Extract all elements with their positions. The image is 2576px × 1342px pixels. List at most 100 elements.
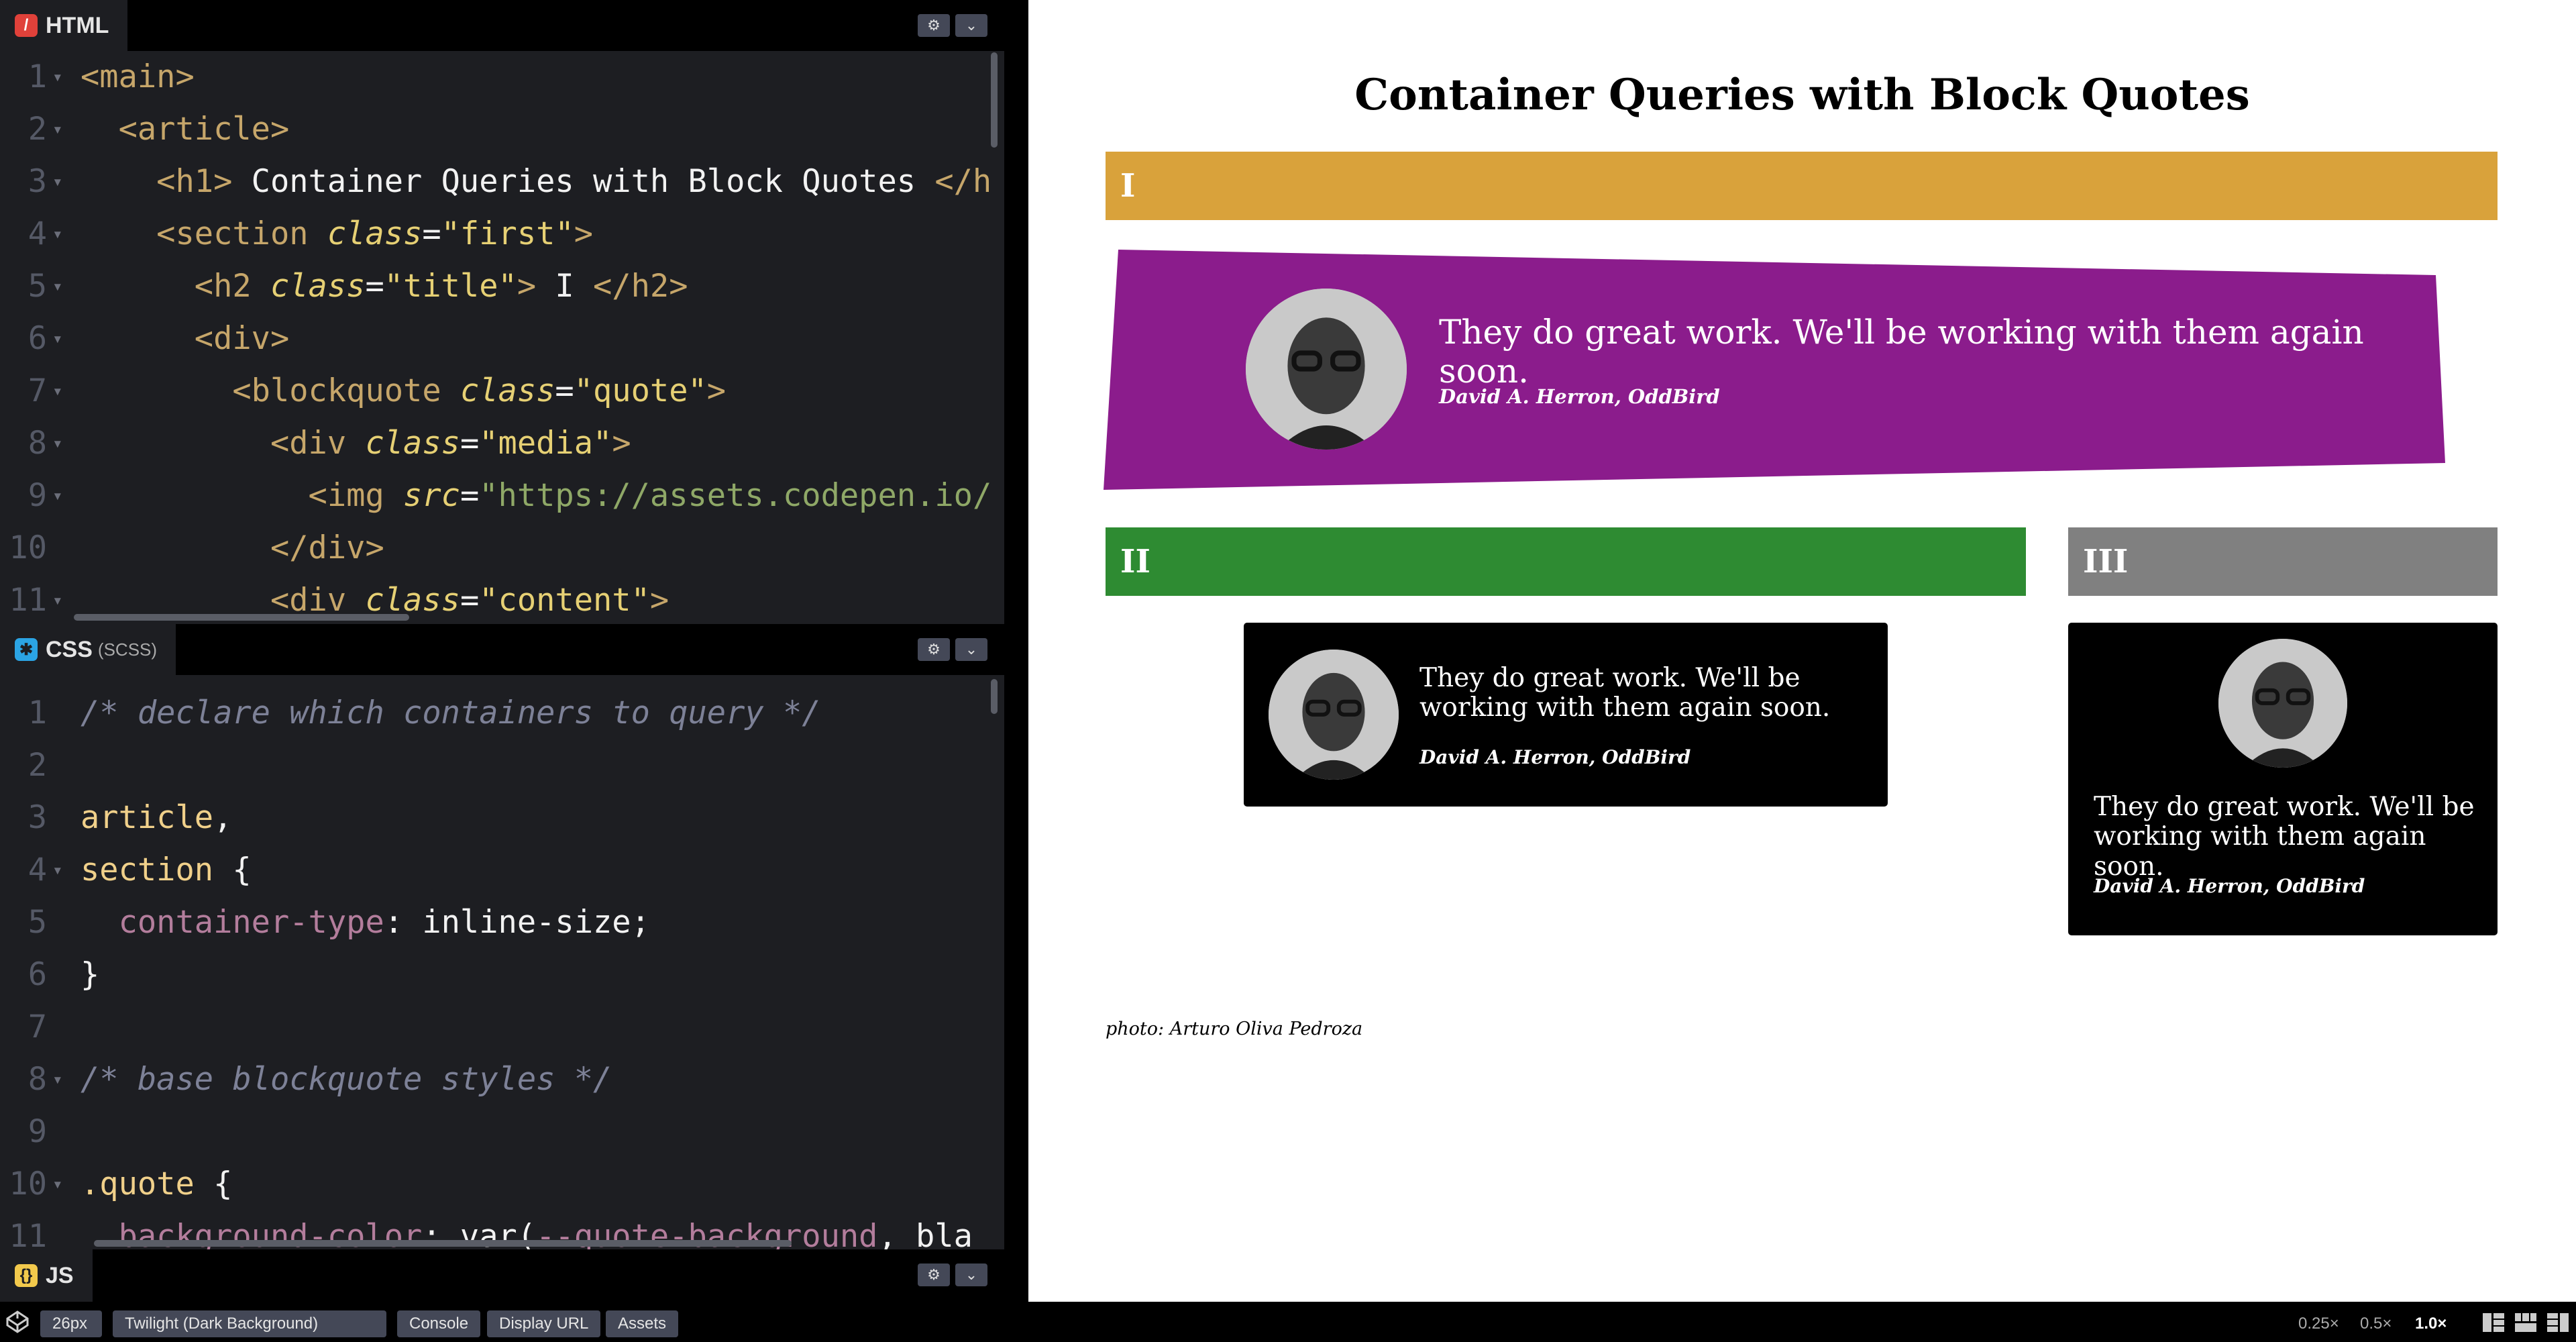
code-token: , [213, 799, 233, 836]
code-token: "title" [384, 268, 517, 305]
fold-arrow-icon[interactable]: ▾ [52, 51, 70, 103]
assets-button[interactable]: Assets [606, 1310, 679, 1337]
code-line[interactable]: 3 <h1> Container Queries with Block Quot… [0, 156, 1004, 208]
line-number: 1 [28, 58, 47, 95]
code-line[interactable]: 5 <h2 class="title"> I </h2> ▾ [0, 260, 1004, 313]
css-vertical-scrollbar[interactable] [991, 679, 998, 714]
code-line[interactable]: 2 [0, 739, 1004, 792]
code-line[interactable]: 4 <section class="first"> ▾ [0, 208, 1004, 260]
html-collapse-button[interactable]: ⌄ [955, 14, 987, 37]
theme-select[interactable]: Twilight (Dark Background) [113, 1310, 386, 1337]
css-tab[interactable]: ✱ CSS (SCSS) [0, 624, 176, 675]
layout-left-icon[interactable] [2482, 1312, 2505, 1333]
line-number: 10 [9, 1166, 47, 1202]
fold-arrow-icon[interactable]: ▾ [52, 470, 70, 522]
font-size-button[interactable]: 26px [40, 1310, 102, 1337]
code-token: <img [80, 477, 404, 514]
fold-arrow-icon[interactable]: ▾ [52, 365, 70, 417]
fold-arrow-icon[interactable]: ▾ [52, 574, 70, 624]
html-horizontal-scrollbar[interactable] [74, 614, 409, 621]
line-number: 3 [28, 799, 47, 836]
zoom-0.5-button[interactable]: 0.5× [2360, 1310, 2392, 1337]
portrait-image [1269, 650, 1399, 780]
avatar-photo [2218, 639, 2347, 768]
code-line[interactable]: 1 /* declare which containers to query */ [0, 687, 1004, 739]
css-icon: ✱ [15, 638, 38, 661]
code-token: "media" [479, 425, 612, 462]
code-token: "https://assets.codepen.io/ [479, 477, 992, 514]
code-line[interactable]: 10 .quote {▾ [0, 1158, 1004, 1210]
layout-right-icon[interactable] [2546, 1312, 2569, 1333]
code-line[interactable]: 1 <main> ▾ [0, 51, 1004, 103]
pane-resize-handle[interactable] [1004, 0, 1028, 1302]
css-horizontal-scrollbar[interactable] [94, 1240, 792, 1247]
code-text: <img src="https://assets.codepen.io/ [80, 470, 992, 522]
code-token: "content" [479, 582, 650, 619]
fold-arrow-icon[interactable]: ▾ [52, 208, 70, 260]
line-number: 4 [28, 215, 47, 252]
css-collapse-button[interactable]: ⌄ [955, 638, 987, 661]
code-editor: / HTML ⚙ ⌄ 1 <main> ▾ 2 <article> ▾ 3 <h1> Co… [0, 0, 1004, 1302]
code-text: <h2 class="title"> I </h2> [80, 260, 688, 313]
code-line[interactable]: 9 [0, 1106, 1004, 1158]
quote-citation: David A. Herron, OddBird [2094, 875, 2365, 897]
code-line[interactable]: 8 <div class="media"> ▾ [0, 417, 1004, 470]
code-line[interactable]: 3 article, [0, 792, 1004, 844]
code-text: <h1> Container Queries with Block Quotes… [80, 156, 991, 208]
css-tab-label: CSS [46, 636, 93, 662]
code-line[interactable]: 6 <div> ▾ [0, 313, 1004, 365]
code-line[interactable]: 10 </div> [0, 522, 1004, 574]
quote-citation: David A. Herron, OddBird [1419, 746, 1691, 768]
fold-arrow-icon[interactable]: ▾ [52, 156, 70, 208]
zoom-0.25-button[interactable]: 0.25× [2298, 1310, 2339, 1337]
fold-arrow-icon[interactable]: ▾ [52, 313, 70, 365]
fold-arrow-icon[interactable]: ▾ [52, 260, 70, 313]
js-settings-button[interactable]: ⚙ [918, 1263, 950, 1286]
code-token: section [80, 851, 214, 888]
fold-arrow-icon[interactable]: ▾ [52, 1053, 70, 1106]
html-tab[interactable]: / HTML [0, 0, 128, 51]
blockquote-second: They do great work. We'll be working wit… [1244, 623, 1888, 807]
html-pane-header: / HTML ⚙ ⌄ [0, 0, 1004, 51]
zoom-1.0-button[interactable]: 1.0× [2415, 1310, 2447, 1337]
line-number: 5 [28, 904, 47, 941]
code-token: .quote [80, 1166, 195, 1202]
console-button[interactable]: Console [397, 1310, 481, 1337]
quote-text: They do great work. We'll be working wit… [1439, 313, 2364, 391]
code-line[interactable]: 7 <blockquote class="quote"> ▾ [0, 365, 1004, 417]
js-tab[interactable]: {} JS [0, 1249, 93, 1302]
html-vertical-scrollbar[interactable] [991, 52, 998, 148]
result-preview: Container Queries with Block Quotes I Th… [1028, 0, 2576, 1302]
line-number: 7 [28, 1009, 47, 1045]
code-token: <h1> [80, 163, 233, 200]
code-line[interactable]: 9 <img src="https://assets.codepen.io/▾ [0, 470, 1004, 522]
code-line[interactable]: 5 container-type: inline-size; [0, 896, 1004, 949]
code-line[interactable]: 6} [0, 949, 1004, 1001]
code-line[interactable]: 8 /* base blockquote styles */ ▾ [0, 1053, 1004, 1106]
js-icon: {} [15, 1264, 38, 1287]
fold-arrow-icon[interactable]: ▾ [52, 844, 70, 896]
chevron-down-icon: ⌄ [965, 17, 978, 34]
code-text: article, [80, 792, 232, 844]
html-settings-button[interactable]: ⚙ [918, 14, 950, 37]
code-token: > [612, 425, 631, 462]
js-tab-label: JS [46, 1262, 74, 1288]
code-line[interactable]: 7 [0, 1001, 1004, 1053]
code-text: <main> [80, 51, 195, 103]
css-pane: ✱ CSS (SCSS) ⚙ ⌄ 1 /* declare which conta… [0, 624, 1004, 1249]
css-settings-button[interactable]: ⚙ [918, 638, 950, 661]
fold-arrow-icon[interactable]: ▾ [52, 1158, 70, 1210]
js-collapse-button[interactable]: ⌄ [955, 1263, 987, 1286]
avatar-photo [1246, 289, 1407, 450]
codepen-logo-icon[interactable] [5, 1310, 30, 1334]
fold-arrow-icon[interactable]: ▾ [52, 417, 70, 470]
code-token: <h2 [80, 268, 270, 305]
code-token: > [706, 372, 727, 409]
code-line[interactable]: 2 <article> ▾ [0, 103, 1004, 156]
code-line[interactable]: 4 section {▾ [0, 844, 1004, 896]
display-url-button[interactable]: Display URL [487, 1310, 601, 1337]
fold-arrow-icon[interactable]: ▾ [52, 103, 70, 156]
layout-top-icon[interactable] [2514, 1312, 2537, 1333]
code-token: class [460, 372, 555, 409]
line-number: 2 [28, 747, 47, 784]
